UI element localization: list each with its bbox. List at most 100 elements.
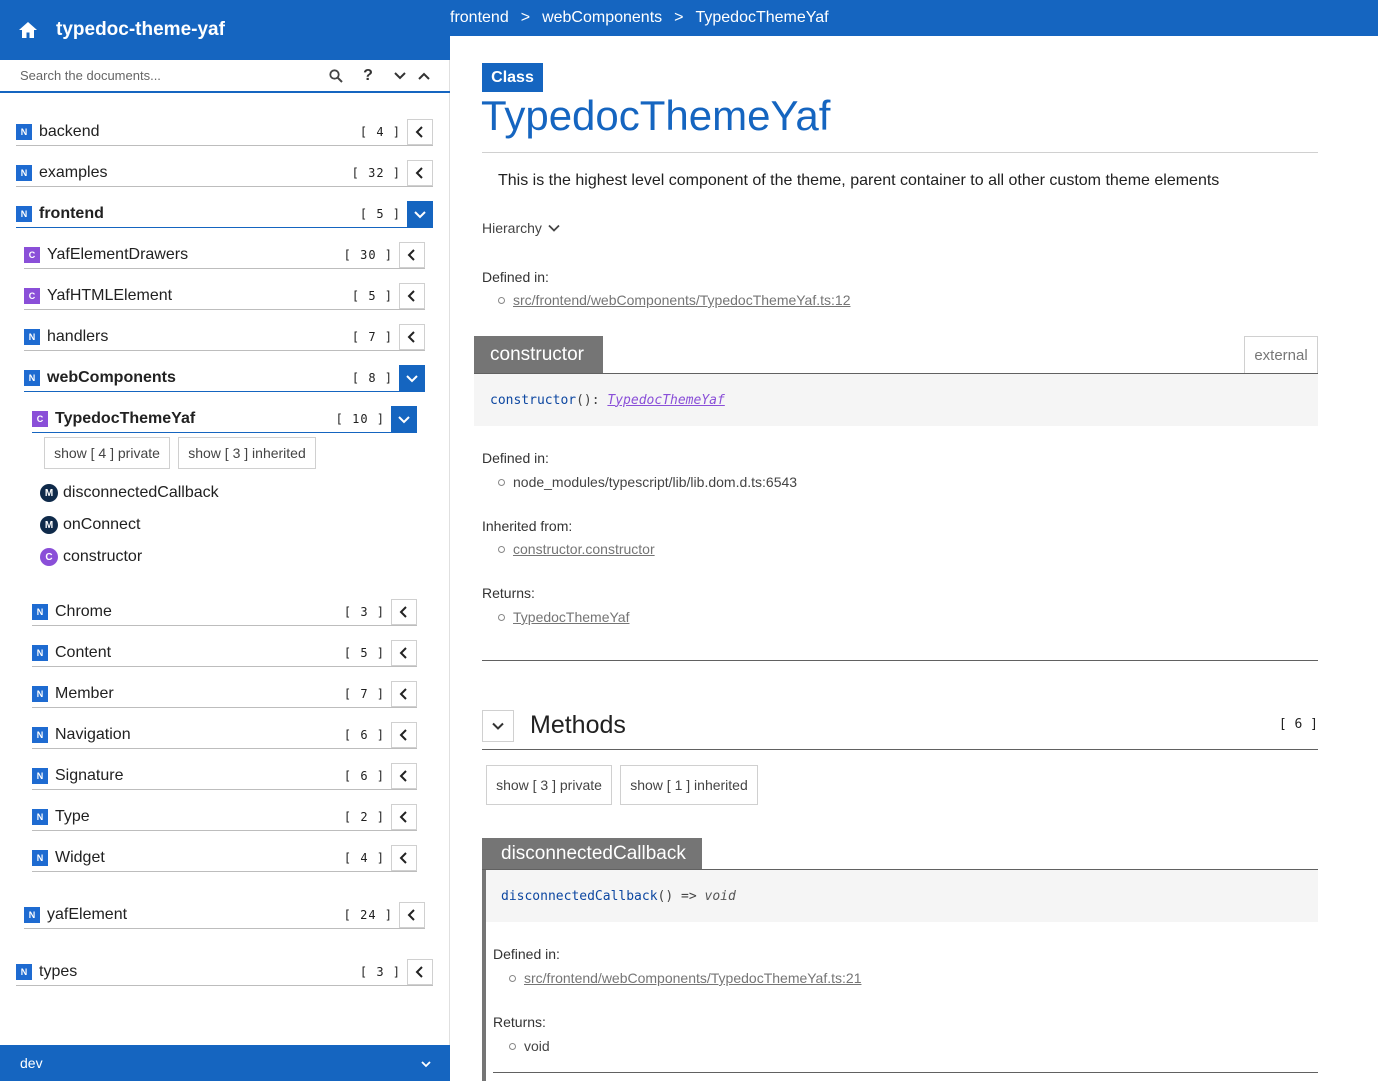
- nav-item-label[interactable]: webComponents: [47, 369, 352, 387]
- help-button[interactable]: ?: [356, 64, 380, 88]
- signature-return-type[interactable]: TypedocThemeYaf: [607, 393, 724, 408]
- nav-item-webcomponents[interactable]: N webComponents [ 8 ]: [24, 364, 425, 392]
- breadcrumb-item-webcomponents[interactable]: webComponents: [542, 9, 662, 27]
- chevron-left-icon[interactable]: [407, 958, 433, 985]
- chevron-left-icon[interactable]: [399, 241, 425, 268]
- member-item-onconnect[interactable]: M onConnect: [40, 514, 140, 536]
- namespace-icon: N: [16, 963, 32, 980]
- nav-item-count: [ 32 ]: [351, 165, 401, 180]
- nav-item-label[interactable]: TypedocThemeYaf: [55, 410, 336, 428]
- nav-item-label[interactable]: handlers: [47, 328, 352, 346]
- nav-item-label[interactable]: Widget: [55, 849, 344, 867]
- nav-item-type[interactable]: N Type [ 2 ]: [32, 803, 417, 831]
- member-item-constructor[interactable]: C constructor: [40, 546, 142, 568]
- class-description: This is the highest level component of t…: [498, 172, 1220, 189]
- chevron-left-icon[interactable]: [407, 159, 433, 186]
- chevron-left-icon[interactable]: [391, 844, 417, 871]
- nav-item-label[interactable]: YafHTMLElement: [47, 287, 352, 305]
- show-inherited-button[interactable]: show [ 1 ] inherited: [620, 765, 758, 805]
- nav-item-count: [ 10 ]: [335, 411, 385, 426]
- nav-item-label[interactable]: frontend: [39, 205, 360, 223]
- chevron-down-icon[interactable]: [391, 405, 417, 432]
- nav-item-label[interactable]: yafElement: [47, 906, 344, 924]
- nav-item-signature[interactable]: N Signature [ 6 ]: [32, 762, 417, 790]
- namespace-icon: N: [16, 205, 32, 222]
- chevron-down-icon[interactable]: [407, 200, 433, 227]
- site-title[interactable]: typedoc-theme-yaf: [56, 19, 225, 41]
- return-type-link[interactable]: TypedocThemeYaf: [513, 609, 629, 625]
- nav-item-label[interactable]: YafElementDrawers: [47, 246, 344, 264]
- methods-collapse-toggle[interactable]: [482, 710, 514, 742]
- home-icon[interactable]: [0, 21, 56, 39]
- namespace-icon: N: [32, 726, 48, 743]
- namespace-icon: N: [24, 906, 40, 923]
- nav-item-member[interactable]: N Member [ 7 ]: [32, 680, 417, 708]
- nav-item-frontend[interactable]: N frontend [ 5 ]: [16, 200, 433, 228]
- source-link[interactable]: src/frontend/webComponents/TypedocThemeY…: [513, 292, 850, 308]
- chevron-down-icon: [548, 224, 560, 232]
- chevron-left-icon[interactable]: [391, 803, 417, 830]
- nav-item-label[interactable]: examples: [39, 164, 352, 182]
- member-label[interactable]: disconnectedCallback: [63, 484, 219, 502]
- chevron-left-icon[interactable]: [391, 762, 417, 789]
- expand-all-icon[interactable]: [388, 64, 412, 88]
- show-inherited-button[interactable]: show [ 3 ] inherited: [178, 437, 316, 469]
- class-icon: C: [24, 287, 40, 304]
- methods-count: [ 6 ]: [1278, 717, 1318, 732]
- chevron-left-icon[interactable]: [391, 598, 417, 625]
- nav-item-backend[interactable]: N backend [ 4 ]: [16, 118, 433, 146]
- source-path: node_modules/typescript/lib/lib.dom.d.ts…: [513, 474, 798, 490]
- chevron-left-icon[interactable]: [399, 323, 425, 350]
- nav-item-count: [ 2 ]: [343, 809, 385, 824]
- chevron-left-icon[interactable]: [391, 639, 417, 666]
- nav-item-chrome[interactable]: N Chrome [ 3 ]: [32, 598, 417, 626]
- chevron-left-icon[interactable]: [391, 721, 417, 748]
- collapse-all-icon[interactable]: [412, 64, 436, 88]
- sidebar: typedoc-theme-yaf Search the documents..…: [0, 0, 450, 1081]
- nav-item-label[interactable]: Navigation: [55, 726, 344, 744]
- member-label[interactable]: onConnect: [63, 516, 140, 534]
- nav-item-handlers[interactable]: N handlers [ 7 ]: [24, 323, 425, 351]
- namespace-icon: N: [24, 369, 40, 386]
- search-input[interactable]: Search the documents...: [20, 68, 322, 83]
- defined-in-label: Defined in:: [493, 946, 560, 962]
- namespace-icon: N: [24, 328, 40, 345]
- nav-item-yafelement[interactable]: N yafElement [ 24 ]: [24, 901, 425, 929]
- member-item-disconnectedcallback[interactable]: M disconnectedCallback: [40, 482, 219, 504]
- source-link[interactable]: src/frontend/webComponents/TypedocThemeY…: [524, 970, 861, 986]
- show-private-button[interactable]: show [ 3 ] private: [486, 765, 612, 805]
- chevron-down-icon[interactable]: [399, 364, 425, 391]
- show-private-button[interactable]: show [ 4 ] private: [44, 437, 170, 469]
- breadcrumb-item-frontend[interactable]: frontend: [450, 9, 509, 27]
- nav-item-label[interactable]: Type: [55, 808, 344, 826]
- nav-item-yafhtmlelement[interactable]: C YafHTMLElement [ 5 ]: [24, 282, 425, 310]
- nav-item-label[interactable]: backend: [39, 123, 360, 141]
- nav-item-label[interactable]: Chrome: [55, 603, 344, 621]
- hierarchy-toggle[interactable]: Hierarchy: [482, 220, 560, 236]
- chevron-left-icon[interactable]: [399, 282, 425, 309]
- version-selector[interactable]: dev: [0, 1045, 450, 1081]
- version-label: dev: [20, 1055, 43, 1071]
- inherited-link[interactable]: constructor.constructor: [513, 541, 655, 557]
- chevron-left-icon[interactable]: [399, 901, 425, 928]
- namespace-icon: N: [32, 808, 48, 825]
- breadcrumb-item-current: TypedocThemeYaf: [695, 9, 829, 26]
- search-icon[interactable]: [324, 64, 348, 88]
- nav-item-label[interactable]: types: [39, 963, 360, 981]
- method-bottom-divider: [493, 1072, 1318, 1073]
- chevron-left-icon[interactable]: [407, 118, 433, 145]
- namespace-icon: N: [32, 767, 48, 784]
- sidebar-header: typedoc-theme-yaf: [0, 0, 450, 60]
- nav-item-examples[interactable]: N examples [ 32 ]: [16, 159, 433, 187]
- nav-item-widget[interactable]: N Widget [ 4 ]: [32, 844, 417, 872]
- nav-item-navigation[interactable]: N Navigation [ 6 ]: [32, 721, 417, 749]
- nav-item-types[interactable]: N types [ 3 ]: [16, 958, 433, 986]
- nav-item-yafelementdrawers[interactable]: C YafElementDrawers [ 30 ]: [24, 241, 425, 269]
- member-label[interactable]: constructor: [63, 548, 142, 566]
- nav-item-content[interactable]: N Content [ 5 ]: [32, 639, 417, 667]
- chevron-left-icon[interactable]: [391, 680, 417, 707]
- nav-item-label[interactable]: Signature: [55, 767, 344, 785]
- nav-item-label[interactable]: Member: [55, 685, 344, 703]
- nav-item-typedocthemeyaf[interactable]: C TypedocThemeYaf [ 10 ]: [32, 405, 417, 433]
- nav-item-label[interactable]: Content: [55, 644, 344, 662]
